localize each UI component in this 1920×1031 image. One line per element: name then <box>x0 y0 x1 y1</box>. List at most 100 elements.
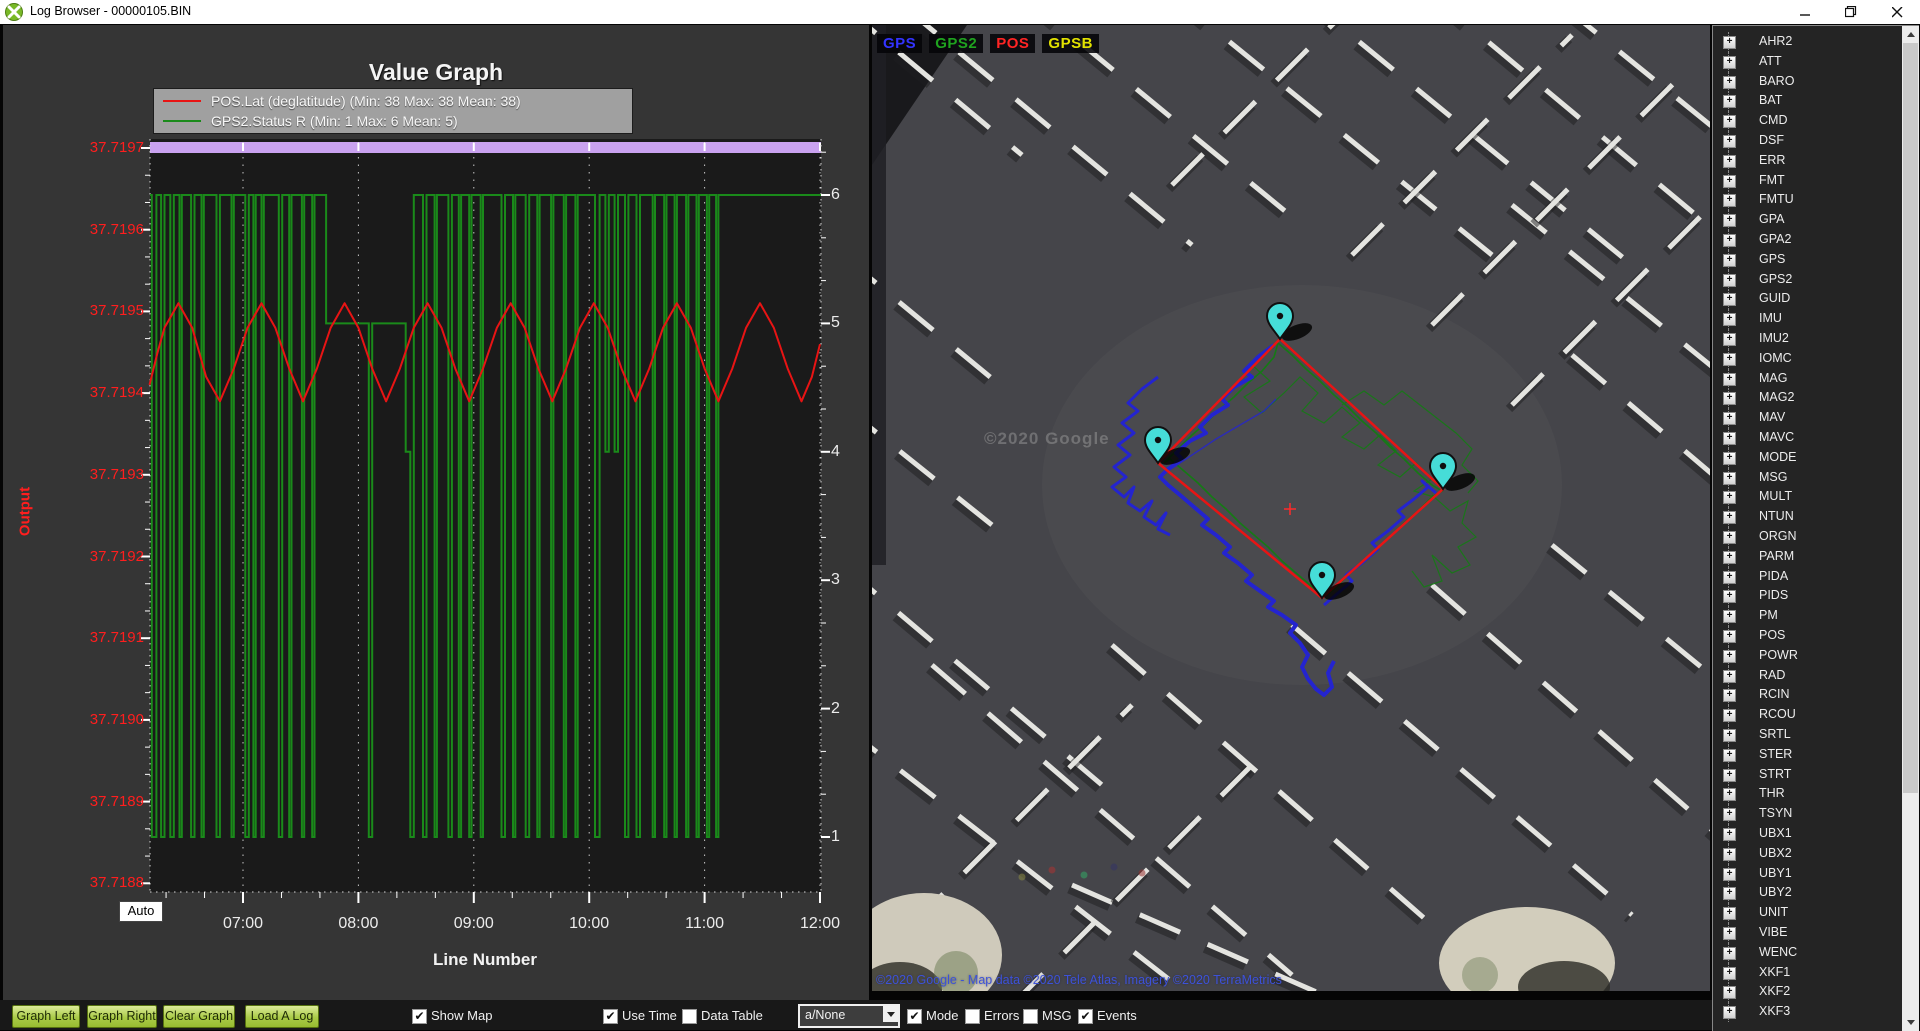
expand-icon[interactable]: + <box>1723 788 1736 801</box>
scroll-up-button[interactable] <box>1902 32 1919 37</box>
tree-item-strt[interactable]: +STRT <box>1713 765 1898 785</box>
expand-icon[interactable]: + <box>1723 432 1736 445</box>
tree-item-tsyn[interactable]: +TSYN <box>1713 804 1898 824</box>
expand-icon[interactable]: + <box>1723 511 1736 524</box>
tree-item-srtl[interactable]: +SRTL <box>1713 725 1898 745</box>
tree-item-rcou[interactable]: +RCOU <box>1713 705 1898 725</box>
tree-item-rcin[interactable]: +RCIN <box>1713 685 1898 705</box>
tree-item-iomc[interactable]: +IOMC <box>1713 349 1898 369</box>
tree-item-wenc[interactable]: +WENC <box>1713 943 1898 963</box>
expand-icon[interactable]: + <box>1723 472 1736 485</box>
expand-icon[interactable]: + <box>1723 709 1736 722</box>
tree-item-xkf1[interactable]: +XKF1 <box>1713 963 1898 983</box>
tree-item-att[interactable]: +ATT <box>1713 52 1898 72</box>
checkbox-events[interactable]: ✔ <box>1078 1009 1093 1024</box>
checkbox-errors[interactable] <box>965 1009 980 1024</box>
expand-icon[interactable]: + <box>1723 353 1736 366</box>
expand-icon[interactable]: + <box>1723 313 1736 326</box>
tree-item-bat[interactable]: +BAT <box>1713 91 1898 111</box>
map-panel[interactable]: ©2020 Google GPSGPS2POSGPSB ©2020 Google… <box>872 25 1710 991</box>
expand-icon[interactable]: + <box>1723 293 1736 306</box>
tree-item-baro[interactable]: +BARO <box>1713 72 1898 92</box>
expand-icon[interactable]: + <box>1723 333 1736 346</box>
expand-icon[interactable]: + <box>1723 689 1736 702</box>
expand-icon[interactable]: + <box>1723 967 1736 980</box>
expand-icon[interactable]: + <box>1723 274 1736 287</box>
expand-icon[interactable]: + <box>1723 214 1736 227</box>
tree-item-vibe[interactable]: +VIBE <box>1713 923 1898 943</box>
tree-item-parm[interactable]: +PARM <box>1713 547 1898 567</box>
close-button[interactable] <box>1874 0 1920 24</box>
graph-left-button[interactable]: Graph Left <box>12 1005 80 1028</box>
tree-item-fmt[interactable]: +FMT <box>1713 171 1898 191</box>
expand-icon[interactable]: + <box>1723 729 1736 742</box>
expand-icon[interactable]: + <box>1723 175 1736 188</box>
tree-item-cmd[interactable]: +CMD <box>1713 111 1898 131</box>
expand-icon[interactable]: + <box>1723 254 1736 267</box>
tree-item-thr[interactable]: +THR <box>1713 784 1898 804</box>
checkbox-use-time[interactable]: ✔ <box>603 1009 618 1024</box>
tree-item-gpa2[interactable]: +GPA2 <box>1713 230 1898 250</box>
expand-icon[interactable]: + <box>1723 95 1736 108</box>
expand-icon[interactable]: + <box>1723 887 1736 900</box>
scroll-down-button[interactable] <box>1902 1014 1919 1031</box>
tree-item-xkf3[interactable]: +XKF3 <box>1713 1002 1898 1022</box>
expand-icon[interactable]: + <box>1723 531 1736 544</box>
clear-graph-button[interactable]: Clear Graph <box>163 1005 235 1028</box>
expand-icon[interactable]: + <box>1723 630 1736 643</box>
expand-icon[interactable]: + <box>1723 452 1736 465</box>
checkbox-data-table[interactable] <box>682 1009 697 1024</box>
tree-item-orgn[interactable]: +ORGN <box>1713 527 1898 547</box>
expand-icon[interactable]: + <box>1723 848 1736 861</box>
expand-icon[interactable]: + <box>1723 947 1736 960</box>
tree-item-powr[interactable]: +POWR <box>1713 646 1898 666</box>
tree-item-dsf[interactable]: +DSF <box>1713 131 1898 151</box>
checkbox-msg[interactable] <box>1023 1009 1038 1024</box>
tree-item-uby2[interactable]: +UBY2 <box>1713 883 1898 903</box>
expand-icon[interactable]: + <box>1723 392 1736 405</box>
tree-item-mode[interactable]: +MODE <box>1713 448 1898 468</box>
tree-item-guid[interactable]: +GUID <box>1713 289 1898 309</box>
expand-icon[interactable]: + <box>1723 373 1736 386</box>
expand-icon[interactable]: + <box>1723 76 1736 89</box>
value-graph-canvas[interactable] <box>3 25 869 1000</box>
tree-item-msg[interactable]: +MSG <box>1713 468 1898 488</box>
tree-item-uby1[interactable]: +UBY1 <box>1713 864 1898 884</box>
expand-icon[interactable]: + <box>1723 610 1736 623</box>
expand-icon[interactable]: + <box>1723 590 1736 603</box>
plot-area[interactable] <box>150 139 821 892</box>
tree-item-mavc[interactable]: +MAVC <box>1713 428 1898 448</box>
expand-icon[interactable]: + <box>1723 927 1736 940</box>
tree-item-imu[interactable]: +IMU <box>1713 309 1898 329</box>
expand-icon[interactable]: + <box>1723 868 1736 881</box>
expand-icon[interactable]: + <box>1723 115 1736 128</box>
tree-item-xkf2[interactable]: +XKF2 <box>1713 982 1898 1002</box>
tree-item-pos[interactable]: +POS <box>1713 626 1898 646</box>
tree-item-mag[interactable]: +MAG <box>1713 369 1898 389</box>
expand-icon[interactable]: + <box>1723 491 1736 504</box>
tree-item-imu2[interactable]: +IMU2 <box>1713 329 1898 349</box>
expand-icon[interactable]: + <box>1723 650 1736 663</box>
tree-item-mag2[interactable]: +MAG2 <box>1713 388 1898 408</box>
expand-icon[interactable]: + <box>1723 769 1736 782</box>
expand-icon[interactable]: + <box>1723 36 1736 49</box>
expand-icon[interactable]: + <box>1723 1006 1736 1019</box>
tree-item-fmtu[interactable]: +FMTU <box>1713 190 1898 210</box>
expand-icon[interactable]: + <box>1723 828 1736 841</box>
load-a-log-button[interactable]: Load A Log <box>245 1005 319 1028</box>
expand-icon[interactable]: + <box>1723 234 1736 247</box>
tree-item-pids[interactable]: +PIDS <box>1713 586 1898 606</box>
map-canvas[interactable] <box>872 25 1710 991</box>
chevron-down-icon[interactable] <box>883 1006 898 1022</box>
expand-icon[interactable]: + <box>1723 135 1736 148</box>
tree-item-gpa[interactable]: +GPA <box>1713 210 1898 230</box>
tree-item-gps2[interactable]: +GPS2 <box>1713 270 1898 290</box>
expand-icon[interactable]: + <box>1723 56 1736 69</box>
tree-item-ahr2[interactable]: +AHR2 <box>1713 32 1898 52</box>
expand-icon[interactable]: + <box>1723 808 1736 821</box>
expand-icon[interactable]: + <box>1723 986 1736 999</box>
checkbox-show-map[interactable]: ✔ <box>412 1009 427 1024</box>
expand-icon[interactable]: + <box>1723 551 1736 564</box>
expand-icon[interactable]: + <box>1723 194 1736 207</box>
tree-item-ubx2[interactable]: +UBX2 <box>1713 844 1898 864</box>
